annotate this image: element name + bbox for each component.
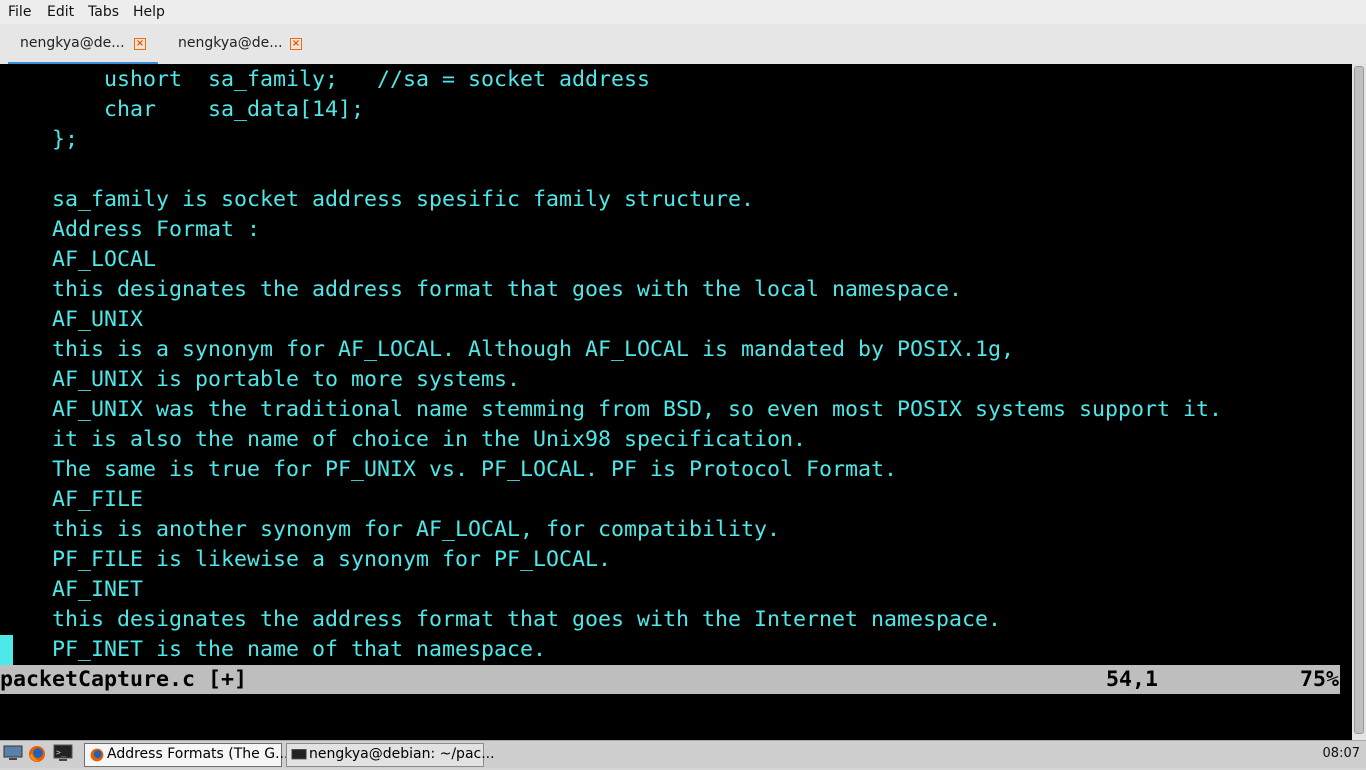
terminal-line: Address Format : bbox=[0, 217, 261, 242]
terminal-line: this is another synonym for AF_LOCAL, fo… bbox=[0, 517, 781, 542]
task-label: nengkya@debian: ~/pac... bbox=[309, 746, 495, 762]
svg-text:>_: >_ bbox=[56, 748, 66, 757]
status-percent: 75% bbox=[1300, 667, 1340, 692]
terminal-line: AF_FILE bbox=[0, 487, 144, 512]
scrollbar-thumb[interactable] bbox=[1354, 66, 1364, 734]
terminal-scrollbar[interactable] bbox=[1352, 64, 1366, 740]
tab-terminal-2[interactable]: nengkya@de... × bbox=[166, 28, 316, 62]
terminal-line: char sa_data[14]; bbox=[0, 97, 365, 122]
terminal-line: PF_FILE is likewise a synonym for PF_LOC… bbox=[0, 547, 612, 572]
terminal-line: this designates the address format that … bbox=[0, 277, 963, 302]
terminal-line: AF_UNIX is portable to more systems. bbox=[0, 367, 521, 392]
tab-terminal-1[interactable]: nengkya@de... × bbox=[8, 28, 158, 65]
tab-label: nengkya@de... bbox=[20, 35, 125, 51]
clock: 08:07 bbox=[1322, 746, 1360, 761]
menu-bar: File Edit Tabs Help bbox=[0, 0, 1366, 24]
terminal-line: The same is true for PF_UNIX vs. PF_LOCA… bbox=[0, 457, 898, 482]
menu-edit[interactable]: Edit bbox=[47, 4, 74, 20]
tab-label: nengkya@de... bbox=[178, 35, 283, 51]
task-label: Address Formats (The G... bbox=[107, 746, 289, 762]
text-cursor bbox=[0, 635, 13, 665]
tab-bar: nengkya@de... × nengkya@de... × bbox=[0, 24, 1366, 65]
taskbar-task-browser[interactable]: Address Formats (The G... bbox=[84, 743, 288, 767]
terminal-line: AF_INET bbox=[0, 577, 144, 602]
close-icon[interactable]: × bbox=[134, 38, 146, 50]
firefox-icon[interactable] bbox=[26, 744, 48, 766]
terminal-view[interactable]: ushort sa_family; //sa = socket address … bbox=[0, 64, 1352, 740]
taskbar: >_ Address Formats (The G... nengkya@deb… bbox=[0, 740, 1366, 768]
terminal-line: AF_LOCAL bbox=[0, 247, 157, 272]
terminal-line: this is a synonym for AF_LOCAL. Although… bbox=[0, 337, 1015, 362]
status-filename: packetCapture.c [+] bbox=[0, 667, 248, 692]
terminal-line: sa_family is socket address spesific fam… bbox=[0, 187, 755, 212]
menu-tabs[interactable]: Tabs bbox=[88, 4, 119, 20]
terminal-icon bbox=[291, 747, 307, 763]
menu-help[interactable]: Help bbox=[133, 4, 165, 20]
terminal-line: AF_UNIX bbox=[0, 307, 144, 332]
terminal-line: ushort sa_family; //sa = socket address bbox=[0, 67, 651, 92]
vim-status-line: packetCapture.c [+] 54,1 75% bbox=[0, 665, 1340, 694]
terminal-line: }; bbox=[0, 127, 79, 152]
status-position: 54,1 bbox=[1106, 667, 1159, 692]
terminal-line: this designates the address format that … bbox=[0, 607, 1002, 632]
menu-file[interactable]: File bbox=[8, 4, 31, 20]
terminal-line: it is also the name of choice in the Uni… bbox=[0, 427, 807, 452]
terminal-line: AF_UNIX was the traditional name stemmin… bbox=[0, 397, 1223, 422]
terminal-icon[interactable]: >_ bbox=[52, 744, 74, 766]
close-icon[interactable]: × bbox=[290, 38, 302, 50]
terminal-line: PF_INET is the name of that namespace. bbox=[0, 637, 547, 662]
firefox-icon bbox=[89, 747, 105, 763]
show-desktop-icon[interactable] bbox=[2, 744, 24, 766]
taskbar-task-terminal[interactable]: nengkya@debian: ~/pac... bbox=[286, 743, 495, 767]
